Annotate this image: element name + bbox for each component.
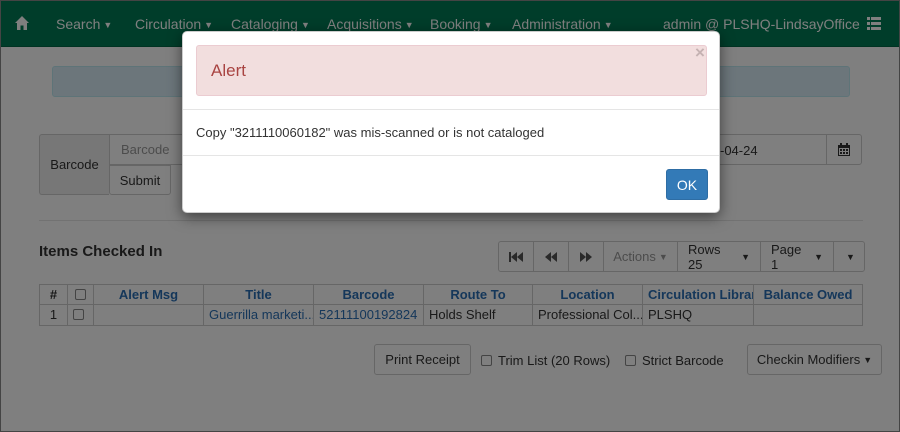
- dialog-message: Copy "3211110060182" was mis-scanned or …: [196, 125, 545, 140]
- dialog-title: Alert: [211, 61, 246, 80]
- app-frame: Search▼ Circulation▼ Cataloging▼ Acquisi…: [0, 0, 900, 432]
- dialog-footer-divider: [183, 155, 719, 156]
- alert-dialog: Alert × Copy "3211110060182" was mis-sca…: [182, 31, 720, 213]
- alert-banner: Alert: [196, 45, 707, 96]
- dialog-header: Alert ×: [183, 32, 719, 110]
- ok-button[interactable]: OK: [666, 169, 708, 200]
- close-icon[interactable]: ×: [695, 43, 705, 63]
